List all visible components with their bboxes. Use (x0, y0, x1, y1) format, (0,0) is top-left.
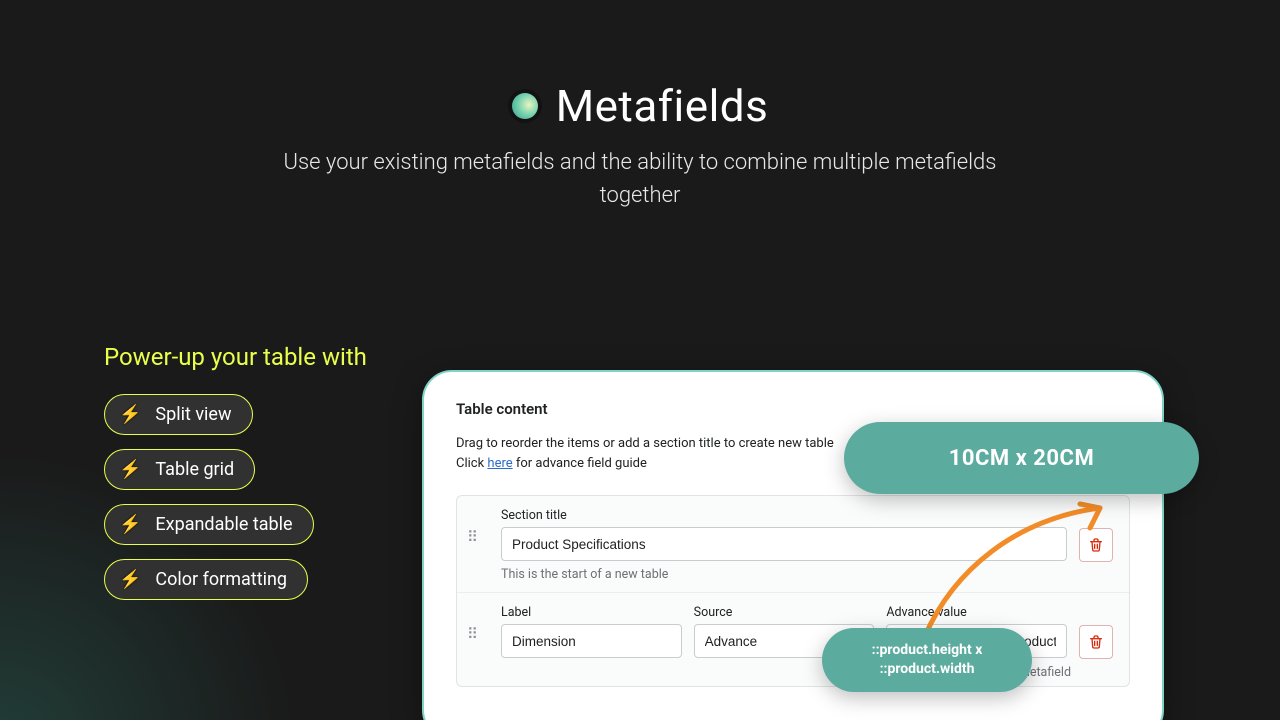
trash-icon (1088, 537, 1104, 553)
page-title: Metafields (556, 80, 769, 132)
feature-label: Expandable table (155, 514, 292, 535)
bolt-icon: ⚡ (119, 459, 141, 480)
page-subtitle: Use your existing metafields and the abi… (280, 146, 1000, 212)
drag-handle-icon[interactable]: ⠿ (467, 530, 489, 545)
feature-label: Table grid (155, 459, 234, 480)
powerup-column: Power-up your table with ⚡ Split view ⚡ … (104, 338, 404, 614)
page-header: Metafields Use your existing metafields … (0, 80, 1280, 212)
source-column-header: Source (694, 605, 875, 620)
result-bubble: 10CM x 20CM (844, 422, 1199, 494)
expression-bubble: ::product.height x ::product.width (822, 628, 1032, 692)
delete-row-button[interactable] (1079, 625, 1113, 659)
panel-help-prefix: Click (456, 456, 487, 471)
powerup-heading: Power-up your table with (104, 338, 404, 376)
label-column-header: Label (501, 605, 682, 620)
trash-icon (1088, 634, 1104, 650)
feature-label: Color formatting (155, 569, 287, 590)
advance-value-column-header: Advance value (886, 605, 1067, 620)
drag-handle-icon[interactable]: ⠿ (467, 627, 489, 642)
feature-split-view[interactable]: ⚡ Split view (104, 394, 253, 435)
section-title-label: Section title (501, 508, 1067, 523)
feature-label: Split view (155, 404, 231, 425)
delete-section-button[interactable] (1079, 528, 1113, 562)
bolt-icon: ⚡ (119, 404, 141, 425)
bolt-icon: ⚡ (119, 569, 141, 590)
section-title-input[interactable] (501, 527, 1067, 561)
panel-help-suffix: for advance field guide (513, 456, 647, 471)
feature-color-formatting[interactable]: ⚡ Color formatting (104, 559, 308, 600)
logo-dot-icon (512, 93, 538, 119)
bolt-icon: ⚡ (119, 514, 141, 535)
feature-expandable-table[interactable]: ⚡ Expandable table (104, 504, 314, 545)
panel-heading: Table content (456, 400, 1130, 418)
section-title-hint: This is the start of a new table (501, 567, 1067, 582)
section-title-row: ⠿ Section title This is the start of a n… (457, 496, 1129, 593)
label-input[interactable] (501, 624, 682, 658)
advance-guide-link[interactable]: here (487, 456, 512, 471)
feature-table-grid[interactable]: ⚡ Table grid (104, 449, 255, 490)
